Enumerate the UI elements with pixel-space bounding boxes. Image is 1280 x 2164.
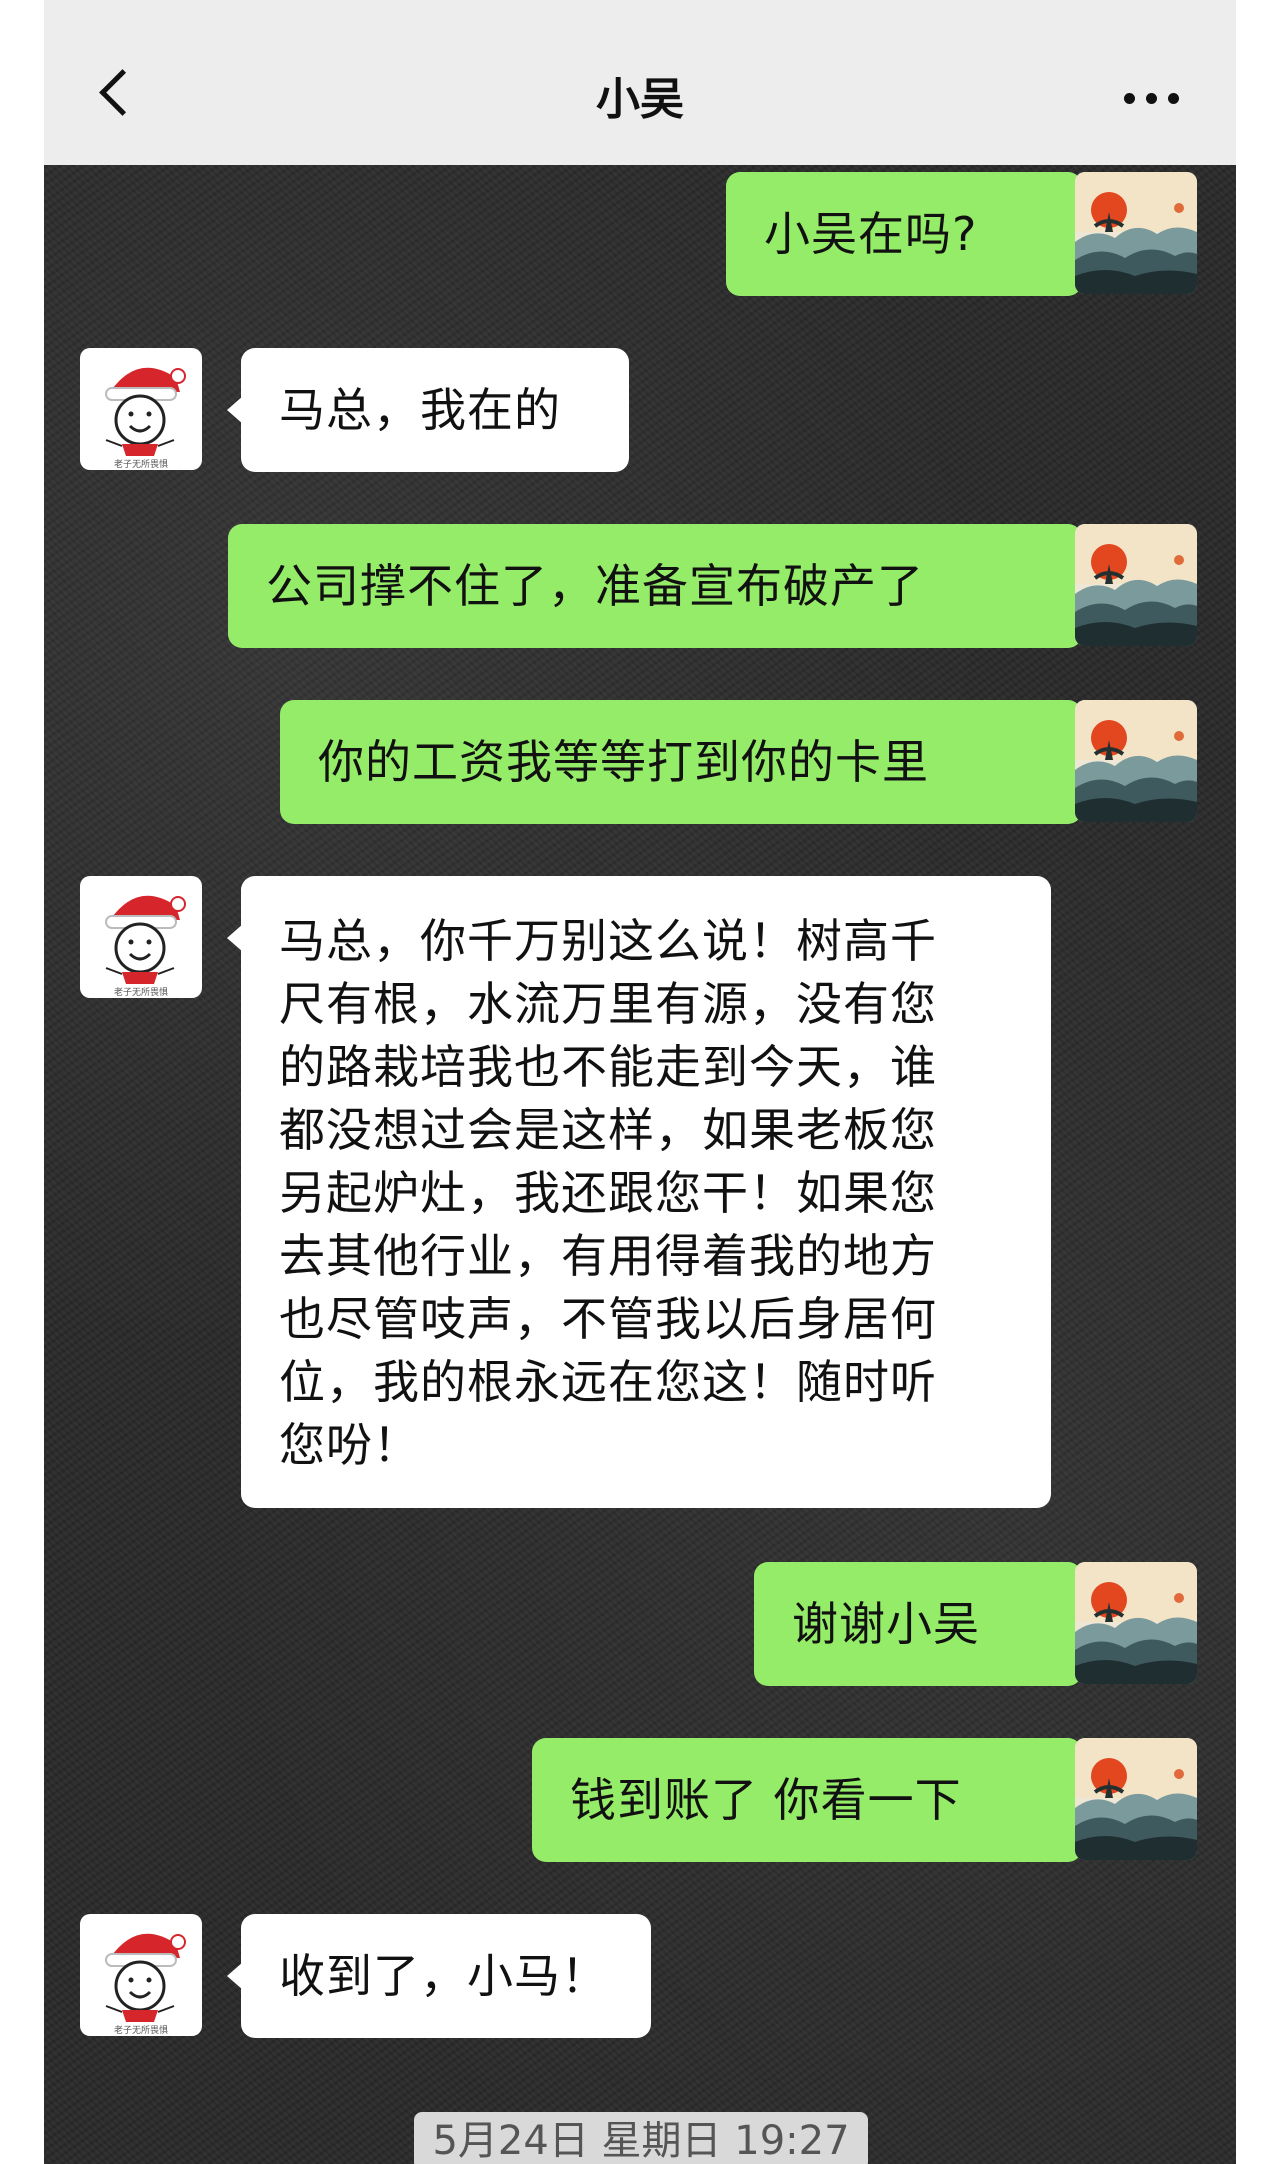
more-dot-icon: [1146, 93, 1157, 104]
contact-avatar[interactable]: [80, 876, 202, 998]
sunset-landscape-avatar: [1075, 1738, 1197, 1860]
message-bubble-sent[interactable]: 钱到账了 你看一下: [532, 1738, 1096, 1862]
message-bubble-sent[interactable]: 公司撑不住了，准备宣布破产了: [228, 524, 1096, 648]
message-bubble-sent[interactable]: 你的工资我等等打到你的卡里: [280, 700, 1096, 824]
message-bubble-sent[interactable]: 谢谢小吴: [754, 1562, 1096, 1686]
santa-hat-smiley-avatar: [80, 1914, 202, 2036]
message-text: 谢谢小吴: [792, 1597, 980, 1651]
sunset-landscape-avatar: [1075, 700, 1197, 822]
message-text-line: 另起炉灶，我还跟您干！如果您: [279, 1166, 937, 1220]
message-text: 你的工资我等等打到你的卡里: [318, 735, 929, 789]
more-dot-icon: [1124, 93, 1135, 104]
message-text-line: 去其他行业，有用得着我的地方: [279, 1229, 937, 1283]
santa-hat-smiley-avatar: [80, 348, 202, 470]
message-text-line: 马总，你千万别这么说！树高千: [279, 914, 937, 968]
message-text-line: 的路栽培我也不能走到今天，谁: [279, 1040, 937, 1094]
message-text-line: 您吩！: [279, 1418, 420, 1472]
my-avatar[interactable]: [1075, 1738, 1197, 1860]
message-text-line: 尺有根，水流万里有源，没有您: [279, 977, 937, 1031]
sunset-landscape-avatar: [1075, 1562, 1197, 1684]
more-dot-icon: [1168, 93, 1179, 104]
message-text: 钱到账了 你看一下: [570, 1773, 962, 1827]
message-text-line: 都没想过会是这样，如果老板您: [279, 1103, 937, 1157]
message-bubble-sent[interactable]: 小吴在吗?: [726, 172, 1096, 296]
more-button[interactable]: [1124, 88, 1184, 108]
chat-title: 小吴: [596, 74, 684, 125]
my-avatar[interactable]: [1075, 700, 1197, 822]
message-text-line: 也尽管吱声，不管我以后身居何: [279, 1292, 937, 1346]
message-text: 收到了，小马！: [279, 1949, 608, 2003]
contact-avatar[interactable]: [80, 1914, 202, 2036]
my-avatar[interactable]: [1075, 524, 1197, 646]
message-text: 小吴在吗?: [764, 207, 978, 261]
contact-avatar[interactable]: [80, 348, 202, 470]
message-bubble-received[interactable]: 马总，你千万别这么说！树高千 尺有根，水流万里有源，没有您 的路栽培我也不能走到…: [227, 876, 1051, 1508]
message-timestamp: 5月24日 星期日 19:27: [414, 2112, 868, 2164]
message-bubble-received[interactable]: 收到了，小马！: [227, 1914, 651, 2038]
message-text: 公司撑不住了，准备宣布破产了: [266, 559, 924, 613]
my-avatar[interactable]: [1075, 1562, 1197, 1684]
message-text: 马总，我在的: [279, 383, 561, 437]
sunset-landscape-avatar: [1075, 524, 1197, 646]
santa-hat-smiley-avatar: [80, 876, 202, 998]
message-text-line: 位，我的根永远在您这！随时听: [279, 1355, 937, 1409]
message-bubble-received[interactable]: 马总，我在的: [227, 348, 629, 472]
sunset-landscape-avatar: [1075, 172, 1197, 294]
navigation-bar: 小吴: [44, 0, 1236, 165]
my-avatar[interactable]: [1075, 172, 1197, 294]
chat-screen: 小吴 小吴在吗? 马总，我在的 公司撑不住了，准备宣布破产了 你的工资我等等打到…: [44, 0, 1236, 2164]
